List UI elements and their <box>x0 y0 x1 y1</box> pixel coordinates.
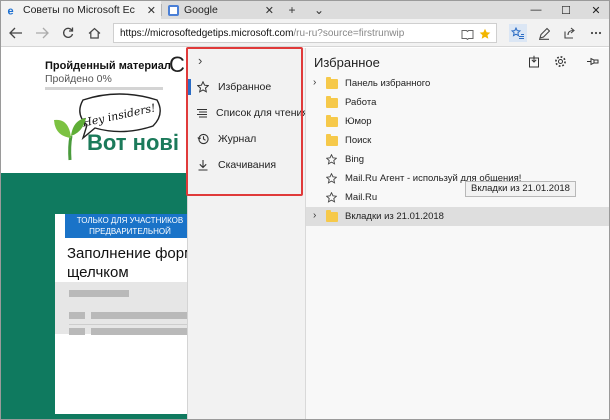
star-outline-icon <box>325 191 338 203</box>
home-button[interactable] <box>85 24 103 42</box>
panel-title: Избранное <box>314 55 380 70</box>
pin-panel-button[interactable] <box>584 53 600 69</box>
form-divider <box>69 324 187 325</box>
reading-view-icon[interactable] <box>460 27 474 41</box>
chevron-right-icon[interactable]: › <box>313 211 323 221</box>
star-outline-icon <box>325 172 338 184</box>
favorites-item[interactable]: Поиск <box>306 131 609 150</box>
back-arrow-icon <box>9 27 22 39</box>
tab-google[interactable]: Google ✕ <box>162 1 279 19</box>
folder-icon <box>326 115 338 127</box>
share-button[interactable] <box>561 24 579 42</box>
favorites-item[interactable]: Работа <box>306 93 609 112</box>
url-path: /ru-ru?source=firstrunwip <box>293 27 405 39</box>
favorite-star-icon[interactable] <box>478 27 492 41</box>
form-field-placeholder <box>69 328 85 335</box>
tab-title: Google <box>184 4 218 16</box>
form-field-placeholder <box>91 312 187 319</box>
minimize-button[interactable]: — <box>521 1 551 19</box>
favorites-panel: Избранное › Панель избранного Работа Юмор По… <box>305 48 609 419</box>
favorites-item-label: Вкладки из 21.01.2018 <box>345 211 444 222</box>
chevron-right-icon[interactable]: › <box>313 78 323 88</box>
navigation-bar: https://microsoftedgetips.microsoft.com /… <box>1 19 609 47</box>
card-heading-line: щелчком <box>67 264 129 281</box>
folder-icon <box>326 134 338 146</box>
tab-strip: e Советы по Microsoft Ec ✕ Google ✕ + ⌄ … <box>1 1 609 19</box>
import-favorites-button[interactable] <box>526 53 542 69</box>
form-illustration <box>55 282 187 335</box>
sprout-icon <box>54 118 86 161</box>
google-icon <box>168 4 179 16</box>
pen-icon <box>539 27 550 40</box>
hub-button[interactable] <box>509 24 527 42</box>
form-field-placeholder <box>69 312 85 319</box>
new-tab-button[interactable]: + <box>284 2 300 18</box>
form-field-placeholder <box>91 328 187 335</box>
more-dots-icon <box>590 31 602 35</box>
favorites-item-label: Bing <box>345 154 365 165</box>
edge-icon: e <box>7 5 18 16</box>
maximize-button[interactable]: ☐ <box>551 1 581 19</box>
browser-window: e Советы по Microsoft Ec ✕ Google ✕ + ⌄ … <box>0 0 610 420</box>
more-button[interactable] <box>587 24 605 42</box>
card-banner-line: ПРЕДВАРИТЕЛЬНОЙ <box>89 227 171 236</box>
web-note-button[interactable] <box>535 24 553 42</box>
import-icon <box>528 55 539 67</box>
star-outline-icon <box>325 153 338 165</box>
tab-title: Советы по Microsoft Ec <box>23 4 135 16</box>
share-icon <box>564 27 575 39</box>
favorites-item[interactable]: › Панель избранного <box>306 74 609 93</box>
favorites-item[interactable]: Bing <box>306 150 609 169</box>
progress-bar <box>45 87 163 90</box>
page-content: Пройденный материал Пройдено 0% С Hey in… <box>1 48 187 419</box>
card-banner-line: ТОЛЬКО ДЛЯ УЧАСТНИКОВ <box>76 216 184 225</box>
close-icon[interactable]: ✕ <box>147 4 156 17</box>
tab-edge-tips[interactable]: e Советы по Microsoft Ec ✕ <box>1 1 161 19</box>
card-heading-line: Заполнение форм <box>67 245 187 262</box>
hub-icon <box>511 26 524 39</box>
home-icon <box>88 27 100 39</box>
favorites-item-label: Панель избранного <box>345 78 431 89</box>
settings-button[interactable] <box>552 53 568 69</box>
favorites-item-label: Юмор <box>345 116 372 127</box>
progress-title: Пройденный материал <box>45 60 171 72</box>
form-field-placeholder <box>69 290 129 297</box>
refresh-button[interactable] <box>59 24 77 42</box>
url-host: https://microsoftedgetips.microsoft.com <box>120 27 294 39</box>
forward-button[interactable] <box>33 24 51 42</box>
card-banner: ТОЛЬКО ДЛЯ УЧАСТНИКОВ ПРЕДВАРИТЕЛЬНОЙ <box>65 214 187 238</box>
annotation-highlight <box>186 47 303 196</box>
refresh-icon <box>63 27 74 38</box>
favorites-item-label: Работа <box>345 97 377 108</box>
close-window-button[interactable]: ✕ <box>581 1 609 19</box>
pin-icon <box>586 57 598 65</box>
folder-icon <box>326 96 338 108</box>
progress-status: Пройдено 0% <box>45 73 112 85</box>
partial-heading: С <box>169 52 185 77</box>
feature-card: ТОЛЬКО ДЛЯ УЧАСТНИКОВ ПРЕДВАРИТЕЛЬНОЙ За… <box>55 214 187 414</box>
svg-text:e: e <box>8 5 14 16</box>
address-bar[interactable]: https://microsoftedgetips.microsoft.com /… <box>113 23 497 43</box>
back-button[interactable] <box>7 24 25 42</box>
gear-icon <box>554 55 566 67</box>
page-headline: Вот нові <box>87 130 180 155</box>
folder-icon <box>326 210 338 222</box>
folder-icon <box>326 77 338 89</box>
tab-list-button[interactable]: ⌄ <box>311 2 327 18</box>
card-heading: Заполнение форм щелчком <box>67 244 187 282</box>
forward-arrow-icon <box>36 27 49 39</box>
close-icon[interactable]: ✕ <box>265 4 274 17</box>
favorites-item-label: Mail.Ru <box>345 192 378 203</box>
favorites-item-label: Поиск <box>345 135 372 146</box>
favorites-item[interactable]: › Вкладки из 21.01.2018 <box>306 207 609 226</box>
favorites-item[interactable]: Юмор <box>306 112 609 131</box>
tooltip: Вкладки из 21.01.2018 <box>465 181 576 197</box>
